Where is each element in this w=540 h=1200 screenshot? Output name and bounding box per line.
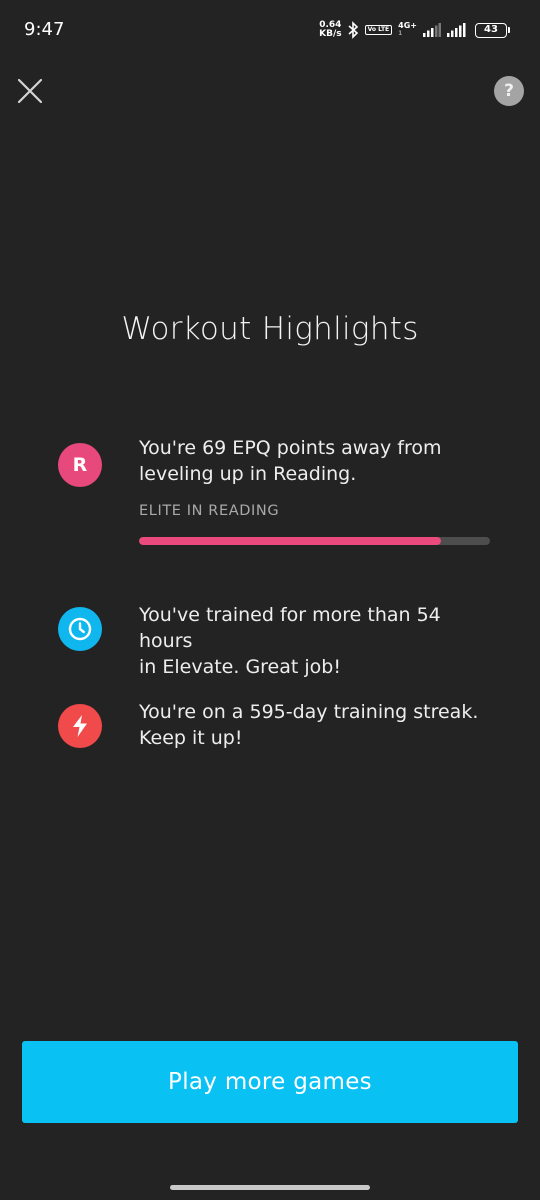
network-type-sub: 1 [398, 30, 403, 37]
play-more-games-button[interactable]: Play more games [22, 1041, 518, 1123]
close-icon [17, 78, 43, 104]
highlight-training-time: You've trained for more than 54 hours in… [58, 602, 498, 678]
highlight-streak-line2: Keep it up! [139, 727, 243, 749]
page-title: Workout Highlights [121, 311, 419, 347]
highlight-streak-text: You're on a 595-day training streak. Kee… [139, 699, 499, 751]
reading-progress-fill [139, 537, 441, 545]
battery-icon: 43 [475, 22, 510, 38]
volte-icon: Vo LTE [364, 25, 393, 35]
home-indicator[interactable] [170, 1185, 370, 1190]
network-type-label: 4G+ [398, 21, 417, 30]
signal-icon-sim1 [423, 23, 441, 37]
clock-icon [58, 607, 102, 651]
battery-level: 43 [475, 22, 507, 38]
status-time: 9:47 [24, 19, 65, 40]
network-type: 4G+ 1 [398, 22, 417, 38]
workout-highlights-screen: 9:47 0.64 KB/s Vo LTE 4G+ 1 43 ? Workout… [0, 0, 540, 1200]
highlight-reading-text: You're 69 EPQ points away from leveling … [139, 435, 499, 487]
reading-icon: R [58, 443, 102, 487]
reading-progress-bar [139, 537, 490, 545]
bolt-icon [58, 704, 102, 748]
highlight-streak-line1: You're on a 595-day training streak. [139, 701, 479, 723]
status-icons: 0.64 KB/s Vo LTE 4G+ 1 43 [319, 17, 510, 43]
close-button[interactable] [16, 77, 44, 105]
level-label: ELITE IN READING [139, 503, 280, 519]
highlight-reading-line2: leveling up in Reading. [139, 463, 357, 485]
signal-icon-sim2 [447, 23, 469, 37]
status-bar: 9:47 0.64 KB/s Vo LTE 4G+ 1 43 [0, 0, 540, 58]
highlight-training-time-line1: You've trained for more than 54 hours [139, 604, 441, 652]
highlight-streak: You're on a 595-day training streak. Kee… [58, 699, 498, 759]
highlight-reading-line1: You're 69 EPQ points away from [139, 437, 442, 459]
help-button[interactable]: ? [494, 76, 524, 106]
bluetooth-icon [348, 21, 359, 39]
highlight-training-time-line2: in Elevate. Great job! [139, 656, 341, 678]
battery-tip [508, 27, 510, 33]
network-speed-unit: KB/s [319, 29, 342, 39]
network-speed: 0.64 KB/s [319, 21, 341, 39]
highlight-training-time-text: You've trained for more than 54 hours in… [139, 602, 499, 680]
